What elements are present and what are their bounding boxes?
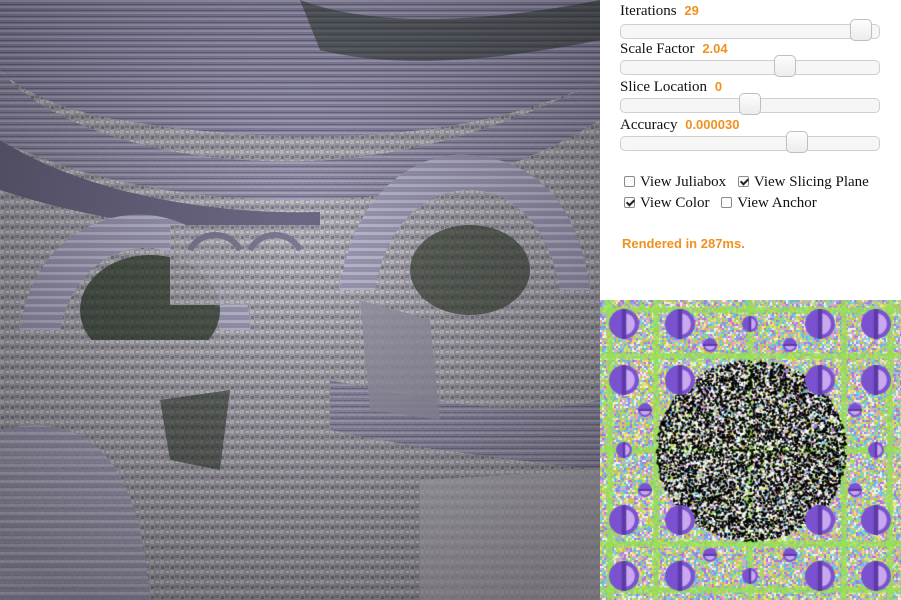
accuracy-slider[interactable]	[620, 131, 880, 153]
slice-location-value: 0	[714, 79, 723, 94]
scale-factor-value: 2.04	[702, 41, 728, 56]
iterations-slider-thumb[interactable]	[850, 19, 872, 41]
iterations-slider[interactable]	[620, 19, 880, 41]
iterations-control: Iterations 29	[620, 2, 882, 41]
view-juliabox-option[interactable]: View Juliabox	[624, 172, 726, 193]
iterations-label-row: Iterations 29	[620, 2, 882, 20]
scale-factor-slider-thumb[interactable]	[774, 55, 796, 77]
view-options-row-2: View Color View Anchor	[624, 193, 877, 214]
fractal-render-image	[0, 0, 600, 600]
scale-factor-control: Scale Factor 2.04	[620, 40, 882, 77]
accuracy-value: 0.000030	[685, 117, 740, 132]
view-color-option[interactable]: View Color	[624, 193, 710, 214]
view-anchor-option[interactable]: View Anchor	[721, 193, 817, 214]
iterations-value: 29	[684, 3, 699, 18]
view-slicing-plane-checkbox[interactable]	[737, 176, 749, 187]
slice-location-control: Slice Location 0	[620, 78, 882, 115]
fractal-render-view[interactable]	[0, 0, 600, 600]
accuracy-control: Accuracy 0.000030	[620, 116, 882, 153]
view-anchor-checkbox[interactable]	[721, 197, 733, 208]
view-color-checkbox[interactable]	[624, 197, 635, 208]
view-options-row-1: View Juliabox View Slicing Plane	[624, 172, 877, 193]
accuracy-slider-thumb[interactable]	[786, 131, 808, 153]
view-options: View Juliabox View Slicing Plane View Co…	[624, 172, 877, 214]
accuracy-label-row: Accuracy 0.000030	[620, 116, 882, 134]
slice-location-slider[interactable]	[620, 93, 880, 115]
iterations-label: Iterations	[620, 3, 677, 19]
slice-location-slider-thumb[interactable]	[739, 93, 761, 115]
control-panel: Iterations 29 Scale Factor 2.04 Slice Lo…	[600, 0, 901, 300]
view-juliabox-label: View Juliabox	[640, 174, 727, 190]
slice-preview[interactable]	[600, 300, 901, 600]
render-status: Rendered in 287ms.	[622, 236, 745, 251]
view-color-label: View Color	[640, 195, 710, 211]
scale-factor-label-row: Scale Factor 2.04	[620, 40, 882, 58]
slice-location-label: Slice Location	[620, 79, 708, 95]
view-slicing-plane-label: View Slicing Plane	[753, 174, 869, 190]
slice-preview-image	[600, 300, 901, 600]
view-slicing-plane-option[interactable]: View Slicing Plane	[737, 172, 869, 193]
view-anchor-label: View Anchor	[737, 195, 817, 211]
view-juliabox-checkbox[interactable]	[624, 176, 635, 187]
accuracy-label: Accuracy	[620, 117, 678, 133]
scale-factor-label: Scale Factor	[620, 41, 695, 57]
scale-factor-slider[interactable]	[620, 55, 880, 77]
